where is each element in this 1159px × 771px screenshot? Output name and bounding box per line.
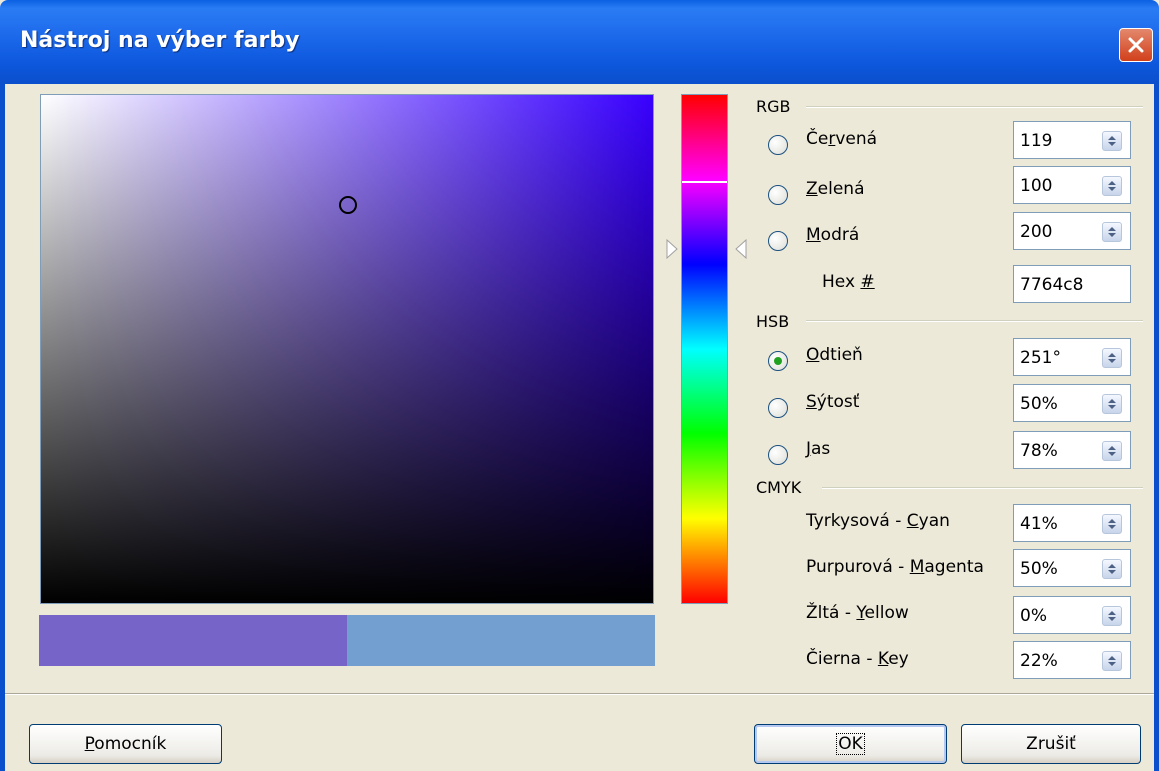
spin-arrows-icon <box>1108 564 1116 574</box>
green-label: Zelená <box>806 179 865 199</box>
red-spin-button[interactable] <box>1102 131 1122 151</box>
red-radio[interactable] <box>768 135 788 155</box>
spin-arrows-icon <box>1108 446 1116 456</box>
yellow-spinbox[interactable]: 0% <box>1013 596 1131 634</box>
blue-spinbox[interactable]: 200 <box>1013 212 1131 250</box>
spin-arrows-icon <box>1108 227 1116 237</box>
spin-arrows-icon <box>1108 181 1116 191</box>
yellow-label: Žltá - Yellow <box>806 603 909 623</box>
window-frame-left <box>0 84 5 771</box>
hue-slider[interactable] <box>681 94 728 604</box>
hue-value[interactable]: 251° <box>1020 348 1061 368</box>
hue-radio[interactable] <box>768 351 788 371</box>
spin-arrows-icon <box>1108 136 1116 146</box>
saturation-spin-button[interactable] <box>1102 394 1122 414</box>
blue-spin-button[interactable] <box>1102 222 1122 242</box>
hue-marker-right-icon[interactable] <box>735 239 747 259</box>
cmyk-group-divider <box>822 487 1143 489</box>
hex-field[interactable]: 7764c8 <box>1013 265 1131 303</box>
ok-label: OK <box>836 733 865 755</box>
brightness-spin-button[interactable] <box>1102 441 1122 461</box>
hue-label: Odtieň <box>806 345 863 365</box>
brightness-spinbox[interactable]: 78% <box>1013 431 1131 469</box>
color-field-gradient[interactable] <box>41 95 653 603</box>
new-color-preview <box>39 615 347 666</box>
spin-arrows-icon <box>1108 656 1116 666</box>
spin-arrows-icon <box>1108 353 1116 363</box>
brightness-value[interactable]: 78% <box>1020 441 1058 461</box>
hue-spin-button[interactable] <box>1102 348 1122 368</box>
key-spinbox[interactable]: 22% <box>1013 641 1131 679</box>
hue-slider-position <box>682 181 727 183</box>
brightness-label: Jas <box>806 439 831 459</box>
green-spin-button[interactable] <box>1102 176 1122 196</box>
key-spin-button[interactable] <box>1102 651 1122 671</box>
spin-arrows-icon <box>1108 611 1116 621</box>
spin-arrows-icon <box>1108 519 1116 529</box>
hsb-group-label: HSB <box>756 312 790 331</box>
hue-spinbox[interactable]: 251° <box>1013 338 1131 376</box>
green-radio[interactable] <box>768 185 788 205</box>
key-value[interactable]: 22% <box>1020 651 1058 671</box>
magenta-spin-button[interactable] <box>1102 559 1122 579</box>
key-label: Čierna - Key <box>806 649 909 669</box>
close-icon <box>1128 37 1144 53</box>
hex-value[interactable]: 7764c8 <box>1020 275 1083 295</box>
window-title: Nástroj na výber farby <box>20 28 300 53</box>
saturation-value[interactable]: 50% <box>1020 394 1058 414</box>
red-value[interactable]: 119 <box>1020 131 1052 151</box>
button-separator <box>5 693 1154 695</box>
yellow-value[interactable]: 0% <box>1020 606 1047 626</box>
help-button[interactable]: Pomocník <box>29 724 222 764</box>
saturation-spinbox[interactable]: 50% <box>1013 384 1131 422</box>
yellow-spin-button[interactable] <box>1102 606 1122 626</box>
cancel-button[interactable]: Zrušiť <box>961 724 1141 764</box>
hue-marker-left-icon[interactable] <box>666 239 678 259</box>
rgb-group-label: RGB <box>756 97 791 116</box>
saturation-label: Sýtosť <box>806 392 860 412</box>
magenta-label: Purpurová - Magenta <box>806 557 984 577</box>
title-bar: Nástroj na výber farby <box>0 0 1159 84</box>
cyan-value[interactable]: 41% <box>1020 514 1058 534</box>
color-field-cursor[interactable] <box>339 196 357 214</box>
old-color-preview <box>347 615 655 666</box>
spin-arrows-icon <box>1108 399 1116 409</box>
blue-value[interactable]: 200 <box>1020 222 1052 242</box>
cmyk-group-label: CMYK <box>756 478 802 497</box>
red-spinbox[interactable]: 119 <box>1013 121 1131 159</box>
window-frame-right <box>1154 84 1159 771</box>
ok-button[interactable]: OK <box>754 724 947 764</box>
brightness-radio[interactable] <box>768 445 788 465</box>
magenta-spinbox[interactable]: 50% <box>1013 549 1131 587</box>
cyan-spin-button[interactable] <box>1102 514 1122 534</box>
cyan-spinbox[interactable]: 41% <box>1013 504 1131 542</box>
hsb-group-divider <box>806 320 1143 322</box>
green-spinbox[interactable]: 100 <box>1013 166 1131 204</box>
blue-radio[interactable] <box>768 231 788 251</box>
magenta-value[interactable]: 50% <box>1020 559 1058 579</box>
green-value[interactable]: 100 <box>1020 176 1052 196</box>
close-button[interactable] <box>1119 28 1153 62</box>
cyan-label: Tyrkysová - Cyan <box>806 511 950 531</box>
hex-label: Hex # <box>822 272 875 292</box>
saturation-radio[interactable] <box>768 398 788 418</box>
red-label: Červená <box>806 129 878 149</box>
color-field[interactable] <box>40 94 654 604</box>
rgb-group-divider <box>806 106 1143 108</box>
blue-label: Modrá <box>806 225 860 245</box>
cancel-label: Zrušiť <box>1026 734 1076 754</box>
